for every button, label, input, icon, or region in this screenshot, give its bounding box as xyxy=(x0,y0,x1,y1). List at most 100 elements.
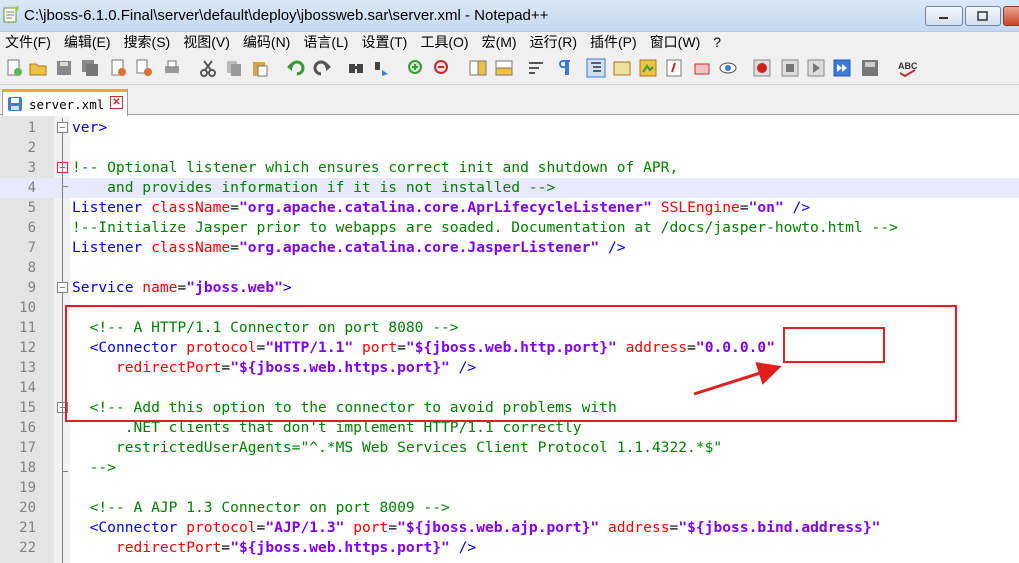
code-line[interactable]: 7 Listener className="org.apache.catalina… xyxy=(0,238,1019,258)
line-number: 7 xyxy=(27,240,36,256)
replace-button[interactable] xyxy=(372,58,392,78)
play-icon xyxy=(807,59,825,77)
toolbar: ABC xyxy=(0,52,1019,85)
menu-settings[interactable]: 设置(T) xyxy=(356,32,415,52)
code-line[interactable]: 5 Listener className="org.apache.catalina… xyxy=(0,198,1019,218)
spellcheck-icon: ABC xyxy=(898,61,918,78)
close-window-button[interactable] xyxy=(1003,6,1019,26)
code-line[interactable]: 21 <Connector protocol="AJP/1.3" port="$… xyxy=(0,518,1019,538)
paste-button[interactable] xyxy=(250,58,270,78)
menu-tools[interactable]: 工具(O) xyxy=(415,32,476,52)
monitor-button[interactable] xyxy=(718,58,738,78)
udl-button[interactable] xyxy=(612,58,632,78)
open-button[interactable] xyxy=(28,58,48,78)
function-list-icon xyxy=(666,59,682,77)
zoom-out-button[interactable] xyxy=(432,58,452,78)
all-chars-button[interactable] xyxy=(554,58,574,78)
save-button[interactable] xyxy=(54,58,74,78)
fold-guide xyxy=(62,186,68,187)
line-number: 2 xyxy=(27,140,36,156)
menu-edit[interactable]: 编辑(E) xyxy=(59,32,119,52)
code-text: ver> xyxy=(72,119,108,136)
save-all-button[interactable] xyxy=(80,58,100,78)
close-icon xyxy=(111,59,126,76)
find-button[interactable] xyxy=(346,58,366,78)
indent-guide-button[interactable] xyxy=(586,58,606,78)
doc-map-button[interactable] xyxy=(638,58,658,78)
play-multi-icon xyxy=(833,59,851,77)
cut-button[interactable] xyxy=(198,58,218,78)
copy-button[interactable] xyxy=(224,58,244,78)
fold-toggle-icon[interactable] xyxy=(57,122,68,133)
wrap-button[interactable] xyxy=(526,58,546,78)
line-number: 3 xyxy=(27,160,36,176)
notepad-plus-plus-icon xyxy=(3,6,19,23)
code-line[interactable]: 6 !--Initialize Jasper prior to webapps a… xyxy=(0,218,1019,238)
line-number: 16 xyxy=(19,420,36,436)
code-line[interactable]: 2 xyxy=(0,138,1019,158)
folder-workspace-button[interactable] xyxy=(692,58,712,78)
doc-map-icon xyxy=(639,59,657,77)
code-line[interactable]: 17 restrictedUserAgents="^.*MS Web Servi… xyxy=(0,438,1019,458)
zoom-in-button[interactable] xyxy=(406,58,426,78)
menu-view[interactable]: 视图(V) xyxy=(178,32,238,52)
window-title: C:\jboss-6.1.0.Final\server\default\depl… xyxy=(24,7,549,24)
fold-toggle-icon[interactable] xyxy=(57,282,68,293)
code-line[interactable]: 18 --> xyxy=(0,458,1019,478)
redo-button[interactable] xyxy=(312,58,332,78)
close-all-button[interactable] xyxy=(134,58,154,78)
code-line[interactable]: 19 xyxy=(0,478,1019,498)
play-button[interactable] xyxy=(806,58,826,78)
stop-icon xyxy=(781,59,799,77)
record-button[interactable] xyxy=(752,58,772,78)
play-multi-button[interactable] xyxy=(832,58,852,78)
new-icon xyxy=(7,59,22,76)
code-line[interactable]: 1 ver> xyxy=(0,118,1019,138)
code-text: and provides information if it is not in… xyxy=(72,179,556,196)
maximize-button[interactable] xyxy=(965,6,1001,26)
code-line[interactable]: 8 xyxy=(0,258,1019,278)
code-line[interactable]: 3 !-- Optional listener which ensures cor… xyxy=(0,158,1019,178)
sync-h-button[interactable] xyxy=(494,58,514,78)
sync-v-button[interactable] xyxy=(468,58,488,78)
menu-plugins[interactable]: 插件(P) xyxy=(585,32,645,52)
undo-button[interactable] xyxy=(286,58,306,78)
code-line[interactable]: 20 <!-- A AJP 1.3 Connector on port 8009… xyxy=(0,498,1019,518)
folder-workspace-icon xyxy=(694,63,710,75)
print-icon xyxy=(165,60,179,73)
save-macro-button[interactable] xyxy=(860,58,880,78)
stop-button[interactable] xyxy=(780,58,800,78)
tab-close-icon[interactable]: ✕ xyxy=(110,96,123,109)
code-line[interactable]: 22 redirectPort="${jboss.web.https.port}… xyxy=(0,538,1019,558)
menu-language[interactable]: 语言(L) xyxy=(298,32,356,52)
menu-help[interactable]: ? xyxy=(708,34,729,50)
menu-window[interactable]: 窗口(W) xyxy=(645,32,709,52)
minimize-button[interactable] xyxy=(925,6,963,26)
menu-run[interactable]: 运行(R) xyxy=(525,32,585,52)
line-number: 22 xyxy=(19,540,36,556)
title-bar: C:\jboss-6.1.0.Final\server\default\depl… xyxy=(0,0,1019,32)
sync-h-icon xyxy=(495,60,513,76)
copy-icon xyxy=(227,61,241,76)
tab-server-xml[interactable]: server.xml ✕ xyxy=(2,89,128,116)
paste-icon xyxy=(253,62,268,77)
code-text: <!-- A AJP 1.3 Connector on port 8009 --… xyxy=(72,499,450,516)
menu-search[interactable]: 搜索(S) xyxy=(119,32,179,52)
code-text: restrictedUserAgents="^.*MS Web Services… xyxy=(72,439,723,456)
code-line[interactable]: 9 Service name="jboss.web"> xyxy=(0,278,1019,298)
function-list-button[interactable] xyxy=(664,58,684,78)
fold-guide xyxy=(62,471,68,472)
fold-guide xyxy=(62,118,63,122)
menu-file[interactable]: 文件(F) xyxy=(0,32,59,52)
menu-macro[interactable]: 宏(M) xyxy=(477,32,525,52)
spellcheck-button[interactable]: ABC xyxy=(898,58,918,78)
annotation-arrow-icon xyxy=(693,362,782,396)
line-number: 8 xyxy=(27,260,36,276)
code-line[interactable]: 4 and provides information if it is not … xyxy=(0,178,1019,198)
new-button[interactable] xyxy=(4,58,24,78)
print-button[interactable] xyxy=(162,58,182,78)
close-button[interactable] xyxy=(108,58,128,78)
annotation-address-box xyxy=(783,327,885,363)
open-icon xyxy=(29,63,47,76)
menu-encoding[interactable]: 编码(N) xyxy=(238,32,298,52)
